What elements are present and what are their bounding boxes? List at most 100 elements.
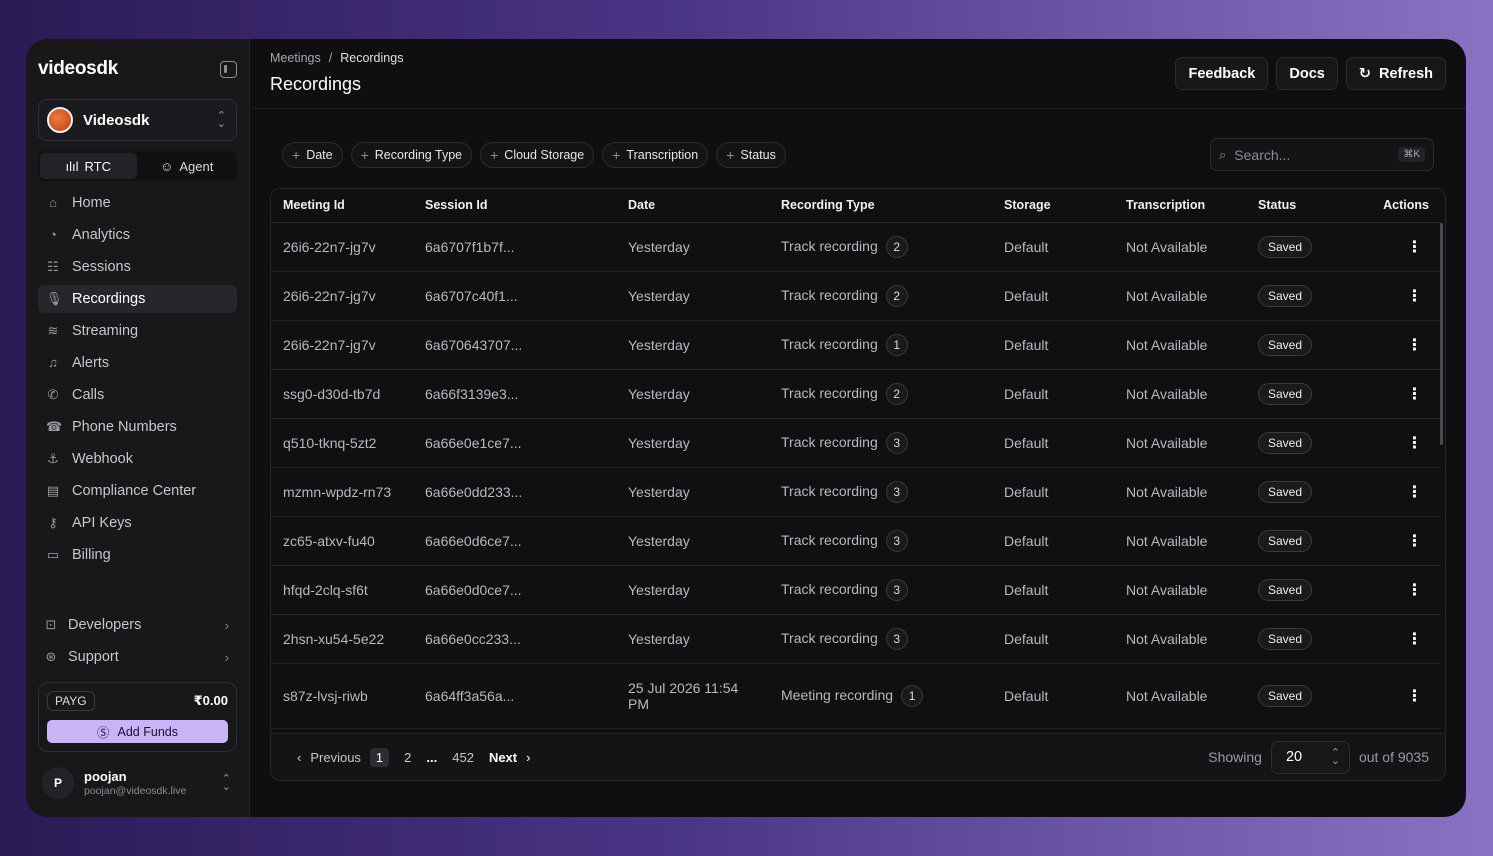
sidebar-item-api-keys[interactable]: ⚷ API Keys bbox=[38, 509, 237, 537]
col-recording-type[interactable]: Recording Type bbox=[769, 189, 992, 223]
sidebar-item-webhook[interactable]: ⚓ Webhook bbox=[38, 445, 237, 473]
recording-type-label: Track recording bbox=[781, 286, 878, 303]
kebab-icon[interactable]: ⋮ bbox=[1407, 286, 1423, 306]
kebab-icon[interactable]: ⋮ bbox=[1407, 433, 1423, 453]
cell-recording-type: Track recording 2 bbox=[769, 222, 992, 272]
row-actions-menu[interactable]: ⋮ bbox=[1358, 516, 1441, 566]
row-actions-menu[interactable]: ⋮ bbox=[1358, 614, 1441, 664]
status-badge: Saved bbox=[1258, 284, 1313, 307]
cell-storage: Default bbox=[992, 320, 1114, 370]
col-transcription[interactable]: Transcription bbox=[1114, 189, 1246, 223]
table-row[interactable]: s87z-lvsj-riwb 6a64ff3a56a... 25 Jul 2026 … bbox=[271, 663, 1441, 729]
row-actions-menu[interactable]: ⋮ bbox=[1358, 320, 1441, 370]
header-actions: Feedback Docs ↻ Refresh bbox=[1175, 57, 1446, 90]
col-date[interactable]: Date bbox=[616, 189, 769, 223]
sidebar-item-phone-numbers[interactable]: ☎ Phone Numbers bbox=[38, 413, 237, 441]
pie-chart-icon: ◔ bbox=[49, 227, 57, 242]
sidebar-item-sessions[interactable]: ☷ Sessions bbox=[38, 253, 237, 281]
table-body: 26i6-22n7-jg7v 6a6707f1b7f... Yesterday Tra… bbox=[271, 222, 1441, 729]
table-row[interactable]: 26i6-22n7-jg7v 6a6707f1b7f... Yesterday Tra… bbox=[271, 222, 1441, 272]
page-2[interactable]: 2 bbox=[398, 748, 417, 767]
row-actions-menu[interactable]: ⋮ bbox=[1358, 467, 1441, 517]
cell-session-id: 6a66e0cc233... bbox=[413, 614, 616, 664]
kebab-icon[interactable]: ⋮ bbox=[1407, 531, 1423, 551]
filter-cloud-storage[interactable]: + Cloud Storage bbox=[480, 142, 595, 168]
mode-agent[interactable]: ☺ Agent bbox=[139, 153, 236, 179]
recording-type-label: Track recording bbox=[781, 433, 878, 450]
cell-status: Saved bbox=[1246, 222, 1358, 272]
refresh-icon: ↻ bbox=[1358, 65, 1371, 82]
table-row[interactable]: hfqd-2clq-sf6t 6a66e0d0ce7... Yesterday Tra… bbox=[271, 565, 1441, 615]
sidebar-item-compliance-center[interactable]: ▤ Compliance Center bbox=[38, 477, 237, 505]
add-funds-button[interactable]: Ⓢ Add Funds bbox=[47, 720, 228, 743]
page-size-select[interactable]: 20 ⌃ ⌄ bbox=[1270, 740, 1350, 774]
kebab-icon[interactable]: ⋮ bbox=[1407, 686, 1423, 706]
row-actions-menu[interactable]: ⋮ bbox=[1358, 271, 1441, 321]
feedback-button[interactable]: Feedback bbox=[1175, 57, 1269, 90]
sidebar-nav: ⌂ Home ◔ Analytics ☷ Sessions 🎙︎ Recordings … bbox=[38, 189, 237, 569]
cell-meeting-id: 26i6-22n7-jg7v bbox=[271, 320, 413, 370]
docs-button[interactable]: Docs bbox=[1276, 57, 1338, 90]
kebab-icon[interactable]: ⋮ bbox=[1407, 580, 1423, 600]
kebab-icon[interactable]: ⋮ bbox=[1407, 629, 1423, 649]
table-row[interactable]: mzmn-wpdz-rn73 6a66e0dd233... Yesterday Tra… bbox=[271, 467, 1441, 517]
mode-rtc-label: RTC bbox=[84, 158, 111, 174]
row-actions-menu[interactable]: ⋮ bbox=[1358, 663, 1441, 729]
filter-date[interactable]: + Date bbox=[282, 142, 343, 168]
document-icon: ▤ bbox=[46, 483, 60, 498]
chevron-right-icon[interactable]: › bbox=[526, 750, 530, 765]
kebab-icon[interactable]: ⋮ bbox=[1407, 237, 1423, 257]
col-meeting-id[interactable]: Meeting Id bbox=[271, 189, 413, 223]
cell-storage: Default bbox=[992, 467, 1114, 517]
sidebar-item-streaming[interactable]: ≋ Streaming bbox=[38, 317, 237, 345]
kebab-icon[interactable]: ⋮ bbox=[1407, 482, 1423, 502]
cell-transcription: Not Available bbox=[1114, 222, 1246, 272]
sidebar-item-support[interactable]: ⊛ Support › bbox=[38, 643, 237, 671]
chevron-updown-icon: ⌃ ⌄ bbox=[216, 110, 226, 130]
sidebar-item-home[interactable]: ⌂ Home bbox=[38, 189, 237, 217]
breadcrumb-meetings[interactable]: Meetings bbox=[270, 51, 321, 65]
filter-transcription[interactable]: + Transcription bbox=[602, 142, 709, 168]
kebab-icon[interactable]: ⋮ bbox=[1407, 335, 1423, 355]
refresh-button[interactable]: ↻ Refresh bbox=[1345, 57, 1446, 90]
row-actions-menu[interactable]: ⋮ bbox=[1358, 369, 1441, 419]
col-session-id[interactable]: Session Id bbox=[413, 189, 616, 223]
table-row[interactable]: 2hsn-xu54-5e22 6a66e0cc233... Yesterday Tra… bbox=[271, 614, 1441, 664]
cell-transcription: Not Available bbox=[1114, 418, 1246, 468]
chevron-updown-icon: ⌃ ⌄ bbox=[1330, 747, 1340, 767]
row-actions-menu[interactable]: ⋮ bbox=[1358, 418, 1441, 468]
table-scrollbar[interactable] bbox=[1440, 223, 1443, 445]
row-actions-menu[interactable]: ⋮ bbox=[1358, 222, 1441, 272]
sidebar-item-analytics[interactable]: ◔ Analytics bbox=[38, 221, 237, 249]
cell-status: Saved bbox=[1246, 418, 1358, 468]
cell-transcription: Not Available bbox=[1114, 369, 1246, 419]
page-1[interactable]: 1 bbox=[369, 747, 390, 767]
sidebar-collapse-icon[interactable] bbox=[220, 60, 237, 78]
previous-button[interactable]: Previous bbox=[310, 750, 361, 765]
col-storage[interactable]: Storage bbox=[992, 189, 1114, 223]
user-menu[interactable]: P poojan poojan@videosdk.live ⌃ ⌄ bbox=[38, 767, 237, 799]
search-input[interactable]: ⌕ Search... ⌘K bbox=[1210, 138, 1434, 171]
sidebar-item-recordings[interactable]: 🎙︎ Recordings bbox=[38, 285, 237, 313]
page-last[interactable]: 452 bbox=[446, 748, 480, 767]
table-row[interactable]: q510-tknq-5zt2 6a66e0e1ce7... Yesterday Tra… bbox=[271, 418, 1441, 468]
chevron-left-icon[interactable]: ‹ bbox=[297, 750, 301, 765]
next-button[interactable]: Next bbox=[489, 750, 517, 765]
table-row[interactable]: 26i6-22n7-jg7v 6a670643707... Yesterday Tra… bbox=[271, 320, 1441, 370]
cell-date: 25 Jul 2026 11:54 PM bbox=[616, 663, 769, 729]
org-selector[interactable]: Videosdk ⌃ ⌄ bbox=[38, 99, 237, 141]
sidebar-item-calls[interactable]: ✆ Calls bbox=[38, 381, 237, 409]
sidebar-item-developers[interactable]: ⊡ Developers › bbox=[38, 611, 237, 639]
table-row[interactable]: ssg0-d30d-tb7d 6a66f3139e3... Yesterday Tra… bbox=[271, 369, 1441, 419]
filter-status[interactable]: + Status bbox=[716, 142, 786, 168]
sidebar-item-alerts[interactable]: ♫ Alerts bbox=[38, 349, 237, 377]
kebab-icon[interactable]: ⋮ bbox=[1407, 384, 1423, 404]
table-row[interactable]: zc65-atxv-fu40 6a66e0d6ce7... Yesterday Tra… bbox=[271, 516, 1441, 566]
table-row[interactable]: 26i6-22n7-jg7v 6a6707c40f1... Yesterday Tra… bbox=[271, 271, 1441, 321]
filter-recording-type[interactable]: + Recording Type bbox=[350, 142, 473, 168]
row-actions-menu[interactable]: ⋮ bbox=[1358, 565, 1441, 615]
sidebar-item-billing[interactable]: ▭ Billing bbox=[38, 541, 237, 569]
col-status[interactable]: Status bbox=[1246, 189, 1358, 223]
cell-meeting-id: 26i6-22n7-jg7v bbox=[271, 222, 413, 272]
mode-rtc[interactable]: ılıl RTC bbox=[40, 153, 137, 179]
